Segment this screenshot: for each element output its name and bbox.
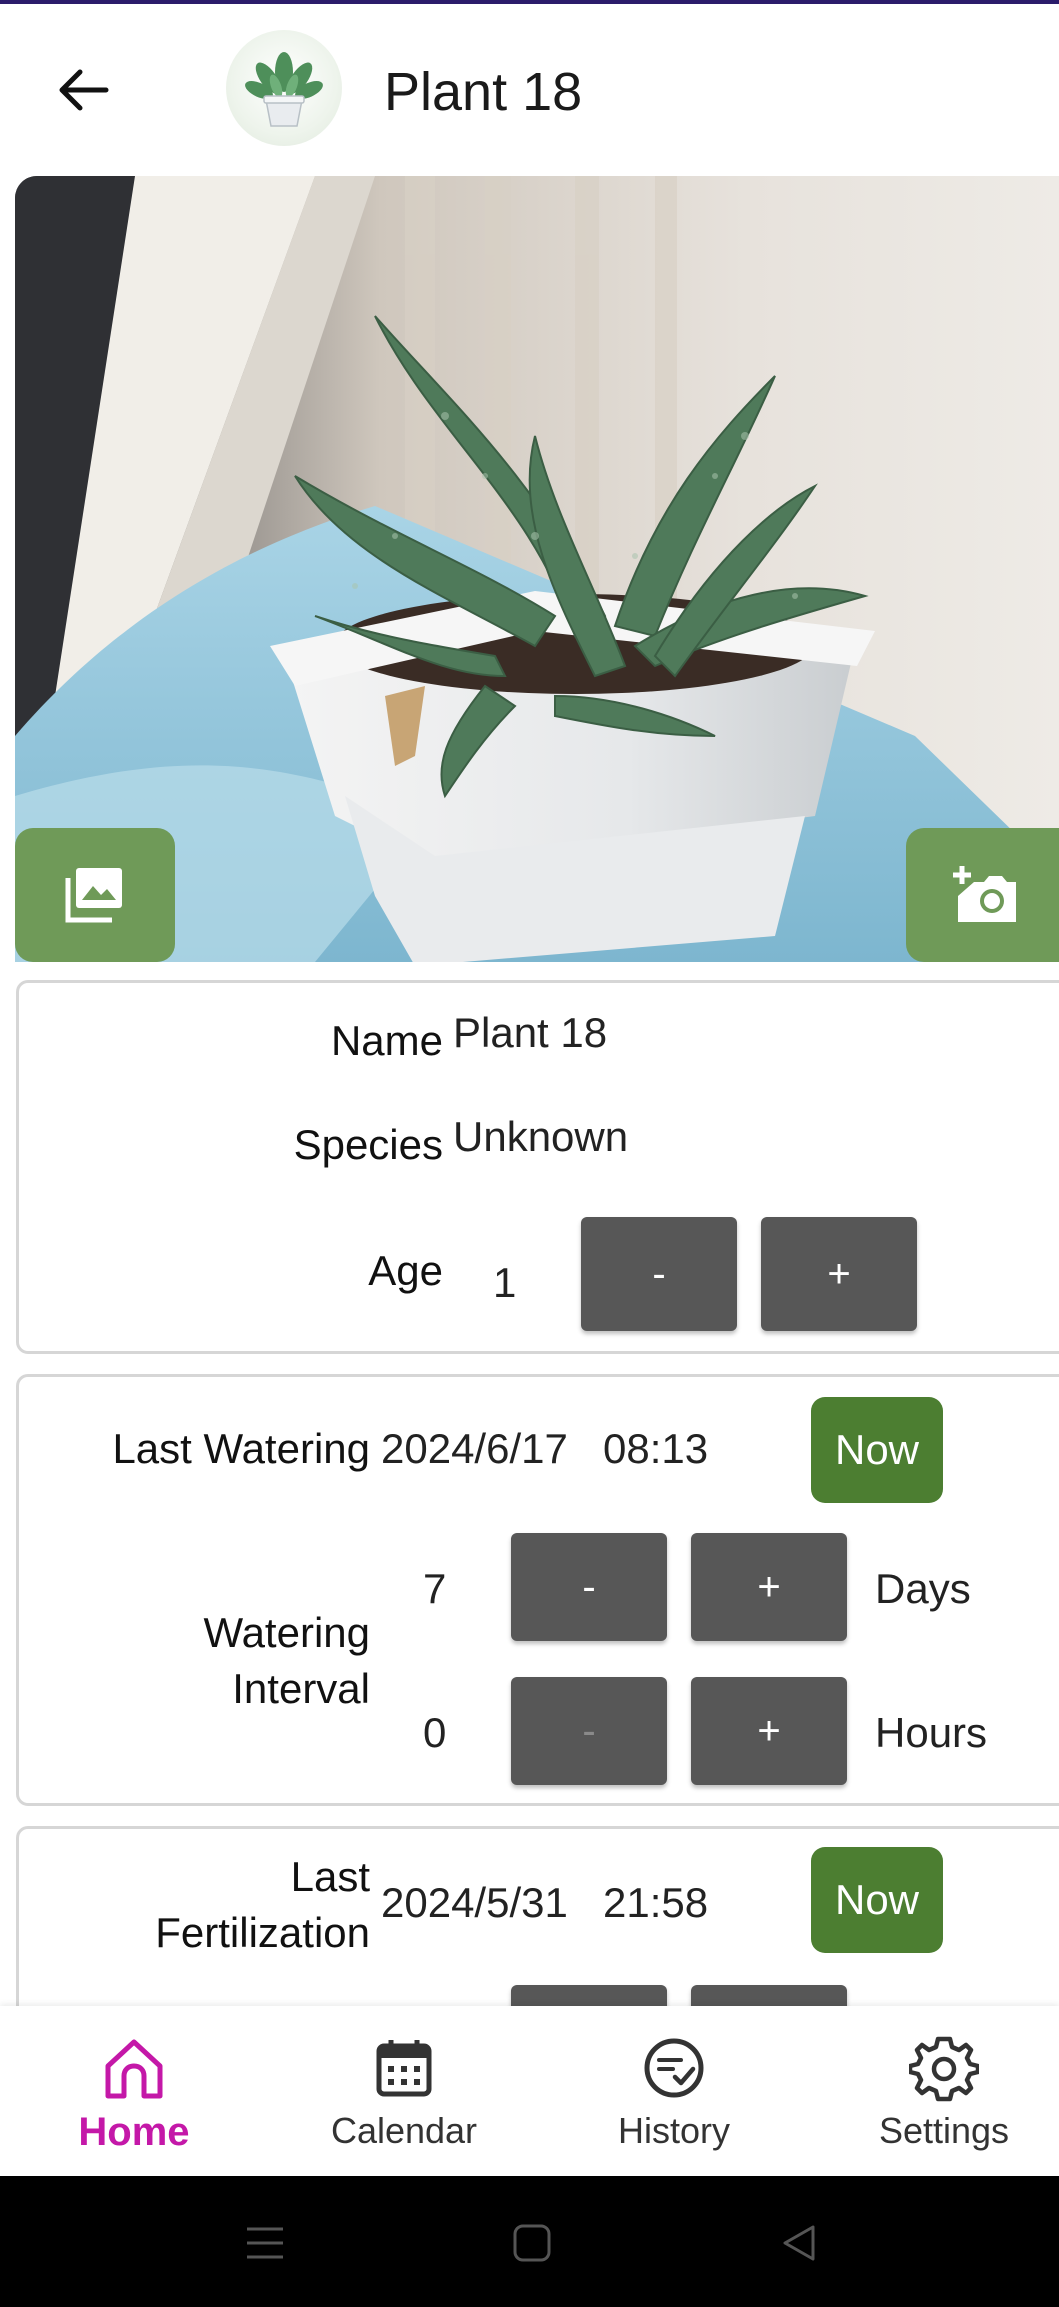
hours-decrement-button[interactable]: - xyxy=(511,1677,667,1785)
days-increment-button[interactable]: + xyxy=(691,1533,847,1641)
water-now-button[interactable]: Now xyxy=(811,1397,943,1503)
home-icon xyxy=(94,2028,174,2108)
last-watering-label: Last Watering xyxy=(112,1425,370,1472)
last-fertilization-label-line2: Fertilization xyxy=(155,1909,370,1956)
menu-icon xyxy=(247,2227,283,2259)
nav-calendar[interactable]: Calendar xyxy=(294,2006,514,2176)
potted-plant-icon xyxy=(245,52,323,127)
hours-increment-button[interactable]: + xyxy=(691,1677,847,1785)
arrow-left-icon xyxy=(59,69,109,111)
add-photo-camera-icon xyxy=(952,866,1016,922)
system-menu-button[interactable] xyxy=(230,2208,300,2278)
app-header: Plant 18 xyxy=(0,4,1059,172)
system-navigation-bar xyxy=(0,2176,1059,2307)
history-check-icon xyxy=(634,2028,714,2108)
triangle-back-icon xyxy=(783,2225,815,2261)
last-watering-date[interactable]: 2024/6/17 xyxy=(381,1421,568,1477)
name-label: Name xyxy=(330,1017,443,1064)
system-back-button[interactable] xyxy=(764,2208,834,2278)
nav-home-label: Home xyxy=(78,2110,190,2154)
age-increment-button[interactable]: + xyxy=(761,1217,917,1331)
species-label: Species xyxy=(293,1121,443,1168)
hours-unit-label: Hours xyxy=(875,1709,988,1756)
plant-info-card: Name Plant 18 Species Unknown Age 1 - + xyxy=(16,980,1059,1354)
plant-avatar xyxy=(226,30,342,146)
age-value: 1 xyxy=(493,1259,517,1306)
page-title: Plant 18 xyxy=(384,62,583,122)
age-decrement-button[interactable]: - xyxy=(581,1217,737,1331)
fertilize-now-button[interactable]: Now xyxy=(811,1847,943,1953)
name-field[interactable]: Plant 18 xyxy=(453,1005,607,1061)
days-decrement-button[interactable]: - xyxy=(511,1533,667,1641)
nav-home[interactable]: Home xyxy=(24,2006,244,2176)
bottom-navigation: Home Calendar History Settings xyxy=(0,2006,1059,2176)
system-home-button[interactable] xyxy=(497,2208,567,2278)
last-fertilization-date[interactable]: 2024/5/31 xyxy=(381,1875,568,1931)
species-field[interactable]: Unknown xyxy=(453,1109,628,1165)
gallery-button[interactable] xyxy=(15,828,175,962)
nav-history-label: History xyxy=(617,2110,730,2151)
watering-card: Last Watering 2024/6/17 08:13 Now Wateri… xyxy=(16,1374,1059,1806)
age-label: Age xyxy=(368,1247,443,1294)
nav-settings[interactable]: Settings xyxy=(834,2006,1054,2176)
square-home-icon xyxy=(513,2224,551,2262)
back-button[interactable] xyxy=(48,56,116,124)
last-fertilization-label-line1: Last xyxy=(290,1853,370,1900)
days-unit-label: Days xyxy=(875,1565,971,1612)
image-gallery-icon xyxy=(65,868,122,923)
nav-settings-label: Settings xyxy=(878,2110,1010,2151)
nav-history[interactable]: History xyxy=(564,2006,784,2176)
nav-calendar-label: Calendar xyxy=(330,2110,478,2151)
interval-hours-value: 0 xyxy=(423,1709,447,1756)
interval-days-value: 7 xyxy=(423,1565,447,1612)
watering-interval-label-line1: Watering xyxy=(203,1609,370,1656)
calendar-icon xyxy=(364,2028,444,2108)
last-fertilization-time[interactable]: 21:58 xyxy=(603,1875,708,1931)
watering-interval-label-line2: Interval xyxy=(232,1665,370,1712)
last-watering-time[interactable]: 08:13 xyxy=(603,1421,708,1477)
gear-icon xyxy=(904,2028,984,2108)
add-photo-button[interactable] xyxy=(906,828,1059,962)
